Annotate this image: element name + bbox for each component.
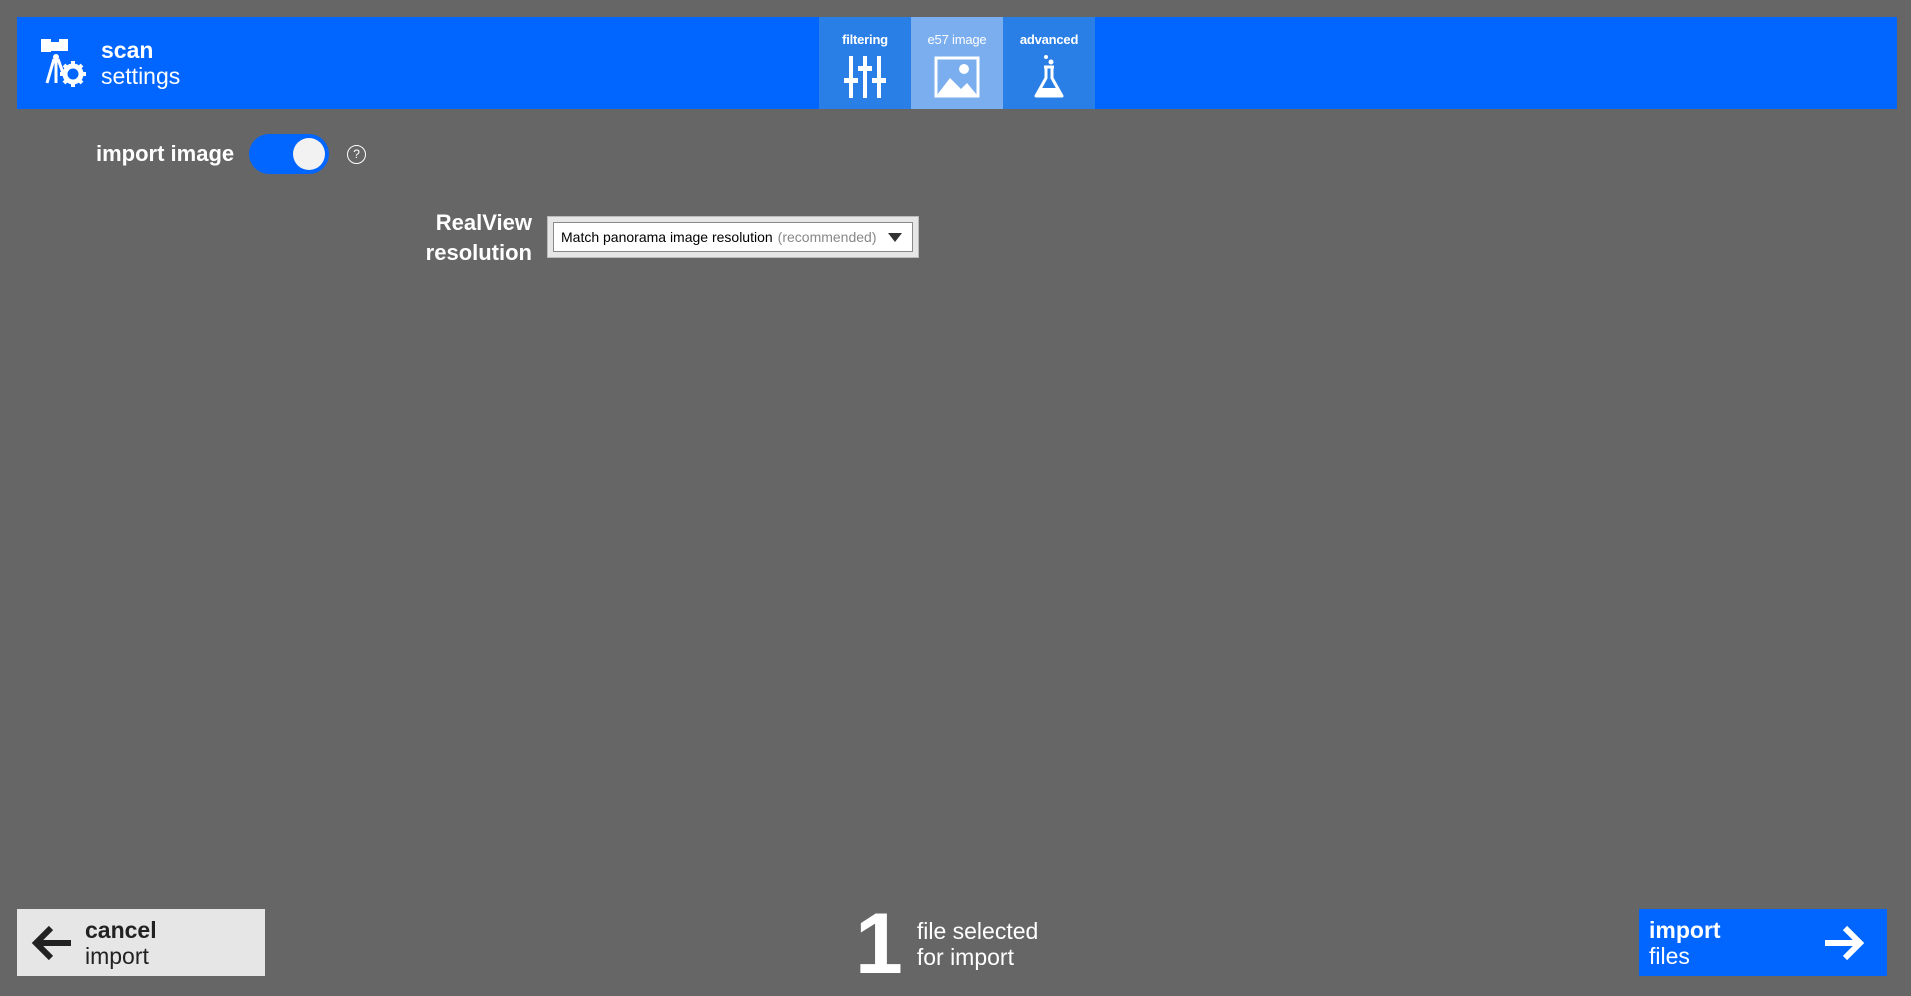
file-count: 1 [855,896,903,992]
header-bar: scan settings filtering e57 image advanc… [17,17,1897,109]
header-title: scan [101,37,154,63]
header-subtitle: settings [101,63,181,89]
dropdown-selected-value: Match panorama image resolution [561,229,773,245]
selection-status: 1 file selected for import [855,896,1039,992]
cancel-import-button[interactable]: cancel import [17,909,265,976]
import-button-title: import [1649,916,1721,943]
realview-resolution-label-line1: RealView [435,210,532,235]
tab-bar: filtering e57 image advanced [819,17,1095,109]
import-image-row: import image ? [96,134,367,174]
tab-e57-image-label: e57 image [927,32,987,47]
image-icon [934,56,980,98]
import-button-subtitle: files [1649,942,1690,969]
import-files-button[interactable]: import files [1639,909,1887,976]
dropdown-hint: (recommended) [777,229,877,245]
tab-advanced[interactable]: advanced [1003,17,1095,109]
chevron-down-icon [888,233,902,242]
realview-resolution-dropdown[interactable]: Match panorama image resolution (recomme… [547,216,919,258]
import-image-toggle[interactable] [249,134,330,174]
tab-filtering-label: filtering [842,32,888,47]
status-line2: for import [916,944,1014,970]
help-icon[interactable]: ? [347,144,367,164]
brand: scan settings [39,37,180,89]
tab-filtering[interactable]: filtering [819,17,911,109]
scan-settings-icon [41,39,86,87]
tab-e57-image[interactable]: e57 image [911,17,1003,109]
realview-resolution-label-line2: resolution [425,240,532,265]
sliders-icon [844,56,886,98]
realview-resolution-label: RealView resolution [400,208,532,268]
dropdown-field: Match panorama image resolution (recomme… [553,222,913,252]
arrow-right-icon [1825,925,1865,960]
cancel-button-title: cancel [85,916,157,943]
status-line1: file selected [916,918,1039,944]
import-image-label: import image [96,141,235,166]
toggle-knob [293,138,326,170]
flask-icon [1034,55,1064,98]
arrow-left-icon [31,925,71,960]
cancel-button-subtitle: import [85,942,149,969]
tab-advanced-label: advanced [1019,32,1079,47]
